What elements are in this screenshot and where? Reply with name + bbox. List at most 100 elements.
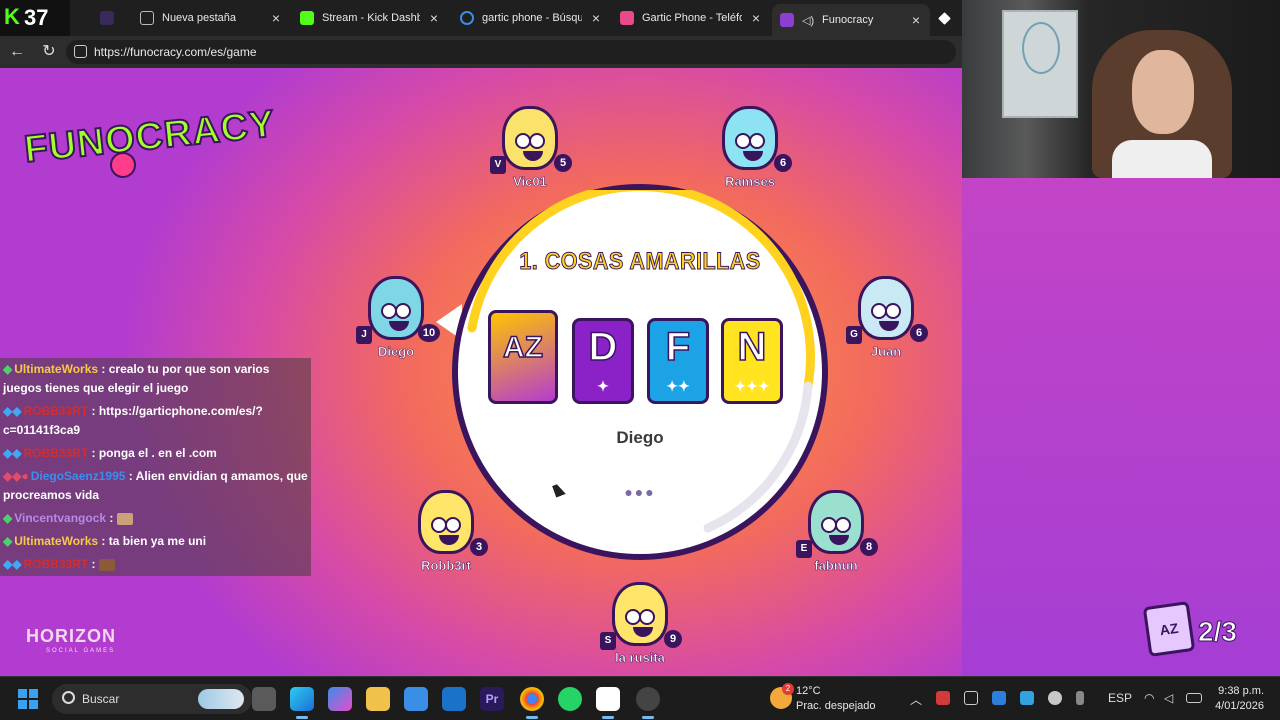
close-tab-icon[interactable]: × bbox=[590, 10, 602, 26]
tab-nueva-pestana[interactable]: Nueva pestaña × bbox=[132, 4, 290, 32]
player-score: 5 bbox=[554, 154, 572, 172]
whatsapp-icon[interactable] bbox=[558, 687, 582, 711]
premiere-icon[interactable]: Pr bbox=[480, 687, 504, 711]
close-tab-icon[interactable]: × bbox=[750, 10, 762, 26]
player-avatar bbox=[858, 276, 914, 340]
edge-icon[interactable] bbox=[290, 687, 314, 719]
chat-message: ◆ Vincentvangock : bbox=[3, 509, 308, 528]
clock-date[interactable]: 4/01/2026 bbox=[1206, 700, 1264, 712]
speaker-icon[interactable]: ◁) bbox=[802, 14, 814, 27]
player-score: 8 bbox=[860, 538, 878, 556]
close-tab-icon[interactable]: × bbox=[910, 12, 922, 28]
close-tab-icon[interactable]: × bbox=[428, 10, 440, 26]
tab-overflow[interactable]: E bbox=[932, 4, 962, 32]
player-score: 10 bbox=[418, 324, 440, 342]
chat-message: ◆◆● DiegoSaenz1995 : Alien envidian q ama… bbox=[3, 467, 308, 505]
security-icon[interactable] bbox=[936, 691, 950, 705]
defender-icon[interactable] bbox=[1020, 691, 1034, 705]
player-diego: J 10 Diego bbox=[356, 276, 440, 366]
tab-funocracy[interactable]: ◁) Funocracy × bbox=[772, 4, 930, 36]
volume-icon[interactable]: ◁ bbox=[1164, 691, 1173, 705]
search-icon bbox=[62, 691, 75, 704]
player-juan: G 6 Juan bbox=[846, 276, 928, 366]
chat-message: ◆◆ ROBB33RT : https://garticphone.com/es/… bbox=[3, 402, 308, 440]
copilot-icon[interactable] bbox=[328, 687, 352, 711]
logo-emoji-icon bbox=[110, 152, 136, 178]
player-score: 9 bbox=[664, 630, 682, 648]
file-explorer-icon[interactable] bbox=[366, 687, 390, 711]
usb-icon[interactable] bbox=[964, 691, 978, 705]
task-view-icon[interactable] bbox=[252, 687, 276, 711]
letter-card-az: AZ bbox=[488, 310, 558, 404]
player-avatar bbox=[722, 106, 778, 170]
chat-username: Vincentvangock bbox=[14, 511, 107, 525]
round-icon: AZ bbox=[1142, 601, 1196, 657]
close-tab-icon[interactable]: × bbox=[270, 10, 282, 26]
gartic-favicon-icon bbox=[620, 11, 634, 25]
chat-badge-icon: ◆◆ bbox=[3, 404, 22, 418]
player-avatar bbox=[418, 490, 474, 554]
player-letter-badge: J bbox=[356, 326, 372, 344]
windows-taskbar: Buscar Pr 2 12°C Prac. despejado ︿ ESP ◠… bbox=[0, 676, 1280, 720]
weather-badge: 2 bbox=[782, 683, 794, 695]
player-avatar bbox=[808, 490, 864, 554]
tab-pinned-icon[interactable] bbox=[100, 4, 118, 32]
wifi-icon[interactable]: ◠ bbox=[1144, 691, 1154, 705]
chat-text: : ta bien ya me uni bbox=[101, 534, 207, 548]
address-bar: ← ↻ https://funocracy.com/es/game bbox=[0, 36, 962, 68]
outlook-icon[interactable] bbox=[442, 687, 466, 711]
chat-message: ◆◆ ROBB33RT : ponga el . en el .com bbox=[3, 444, 308, 463]
chevron-up-icon[interactable]: ︿ bbox=[910, 691, 922, 708]
player-robb3rt: 3 Robb3rt bbox=[406, 490, 488, 580]
microphone-icon[interactable] bbox=[1076, 691, 1084, 705]
player-name: la rusita bbox=[615, 650, 665, 666]
windows-start-icon[interactable] bbox=[18, 689, 38, 709]
taskbar-search[interactable]: Buscar bbox=[52, 684, 252, 714]
player-letter-badge: E bbox=[796, 540, 812, 558]
kick-favicon-icon bbox=[300, 11, 314, 25]
tab-gartic-search[interactable]: gartic phone - Búsqueda × bbox=[452, 4, 610, 32]
chat-username: UltimateWorks bbox=[14, 362, 99, 376]
url-text: https://funocracy.com/es/game bbox=[94, 45, 257, 59]
chat-message: ◆ UltimateWorks : ta bien ya me uni bbox=[3, 532, 308, 551]
bluetooth-icon[interactable] bbox=[992, 691, 1006, 705]
chrome-icon[interactable] bbox=[520, 687, 544, 719]
player-la-rusita: S 9 la rusita bbox=[600, 582, 682, 672]
letter-card-f: F ✦✦ bbox=[647, 318, 709, 404]
browser-tabbar: K 37 Nueva pestaña × Stream - Kick Dashb… bbox=[0, 0, 962, 36]
player-score: 3 bbox=[470, 538, 488, 556]
capcut-icon[interactable] bbox=[596, 687, 620, 719]
network-app-icon[interactable] bbox=[1048, 691, 1062, 705]
back-arrow-icon[interactable]: ← bbox=[6, 42, 28, 62]
store-icon[interactable] bbox=[404, 687, 428, 711]
chat-username: DiegoSaenz1995 bbox=[30, 469, 126, 483]
chat-badge-icon: ◆ bbox=[3, 511, 13, 525]
language-indicator[interactable]: ESP bbox=[1108, 691, 1132, 705]
player-name: Vic01 bbox=[513, 174, 547, 190]
url-input[interactable]: https://funocracy.com/es/game bbox=[66, 40, 956, 64]
chat-badge-icon: ◆◆● bbox=[3, 469, 29, 483]
stream-chat-overlay: ◆ UltimateWorks : crealo tu por que son v… bbox=[0, 358, 311, 576]
player-vic01: V 5 Vic01 bbox=[490, 106, 572, 196]
kick-logo-icon: K bbox=[4, 4, 20, 29]
tab-kick-dashboard[interactable]: Stream - Kick Dashboard × bbox=[292, 4, 448, 32]
search-favicon-icon bbox=[460, 11, 474, 25]
chat-username: ROBB33RT bbox=[23, 446, 89, 460]
chat-username: UltimateWorks bbox=[14, 534, 99, 548]
chat-username: ROBB33RT bbox=[23, 557, 89, 571]
reload-icon[interactable]: ↻ bbox=[38, 42, 60, 62]
player-letter-badge: G bbox=[846, 326, 862, 344]
chat-badge-icon: ◆ bbox=[3, 362, 13, 376]
horizon-logo: HORIZON bbox=[26, 626, 116, 646]
chat-badge-icon: ◆◆ bbox=[3, 446, 22, 460]
weather-description: Prac. despejado bbox=[796, 700, 876, 712]
site-info-icon[interactable] bbox=[74, 45, 87, 58]
clock-time[interactable]: 9:38 p.m. bbox=[1216, 685, 1264, 697]
chat-message: ◆ UltimateWorks : crealo tu por que son v… bbox=[3, 360, 308, 398]
battery-icon[interactable] bbox=[1186, 693, 1202, 703]
funocracy-favicon-icon bbox=[780, 13, 794, 27]
round-title: 1. COSAS AMARILLAS bbox=[519, 248, 761, 276]
obs-icon[interactable] bbox=[636, 687, 660, 719]
tab-gartic-phone[interactable]: Gartic Phone - Teléfono × bbox=[612, 4, 770, 32]
funocracy-logo: FUNOCRACY bbox=[21, 96, 278, 180]
